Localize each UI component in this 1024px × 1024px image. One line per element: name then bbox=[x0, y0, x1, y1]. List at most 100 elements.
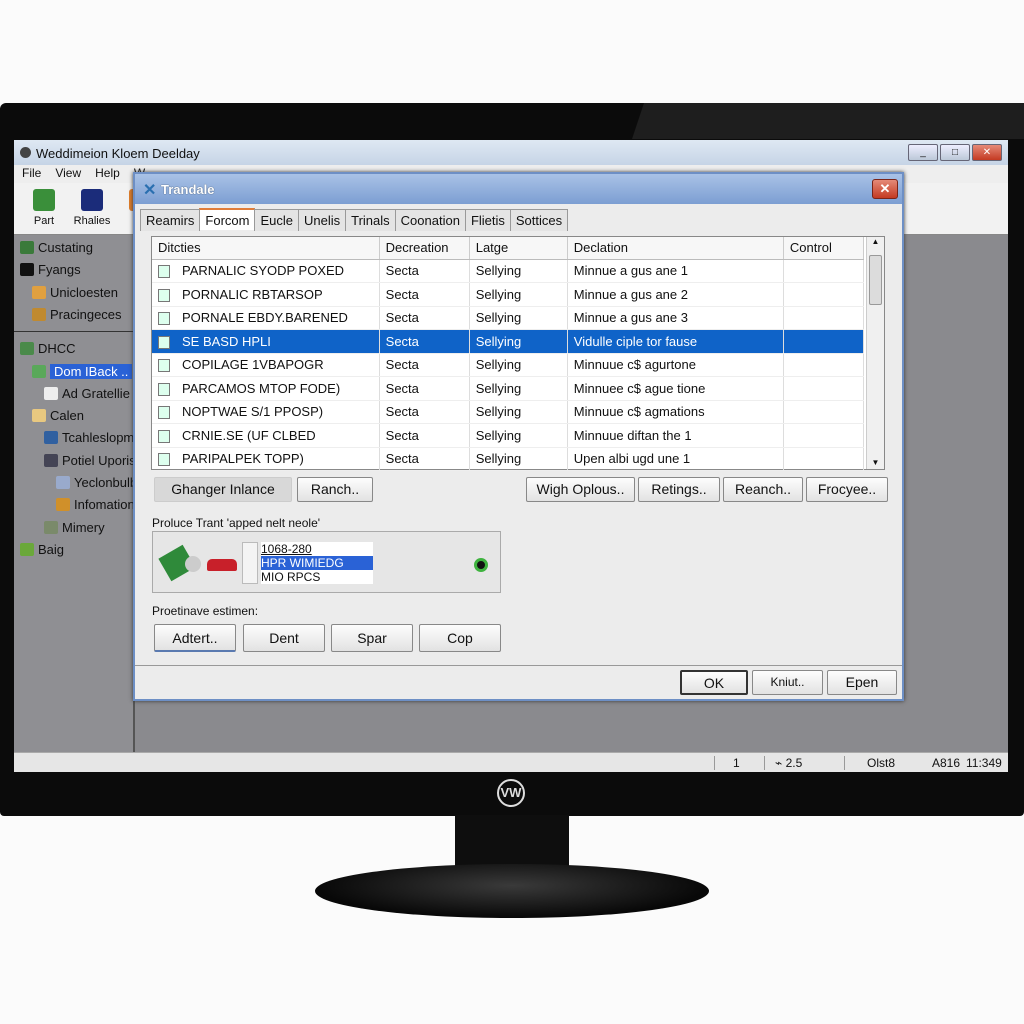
wigh-oplous-button[interactable]: Wigh Oplous.. bbox=[526, 477, 635, 502]
cell-text: Minnue a gus ane 1 bbox=[573, 263, 688, 279]
table-row[interactable]: PARCAMOS MTOP FODE) Secta Sellying Minnuee … bbox=[152, 376, 865, 401]
dent-button[interactable]: Dent bbox=[243, 624, 325, 652]
cell-text: Vidulle ciple tor fause bbox=[573, 333, 698, 349]
table-row[interactable]: SE BASD HPLI Secta Sellying Vidulle ciple t… bbox=[152, 329, 865, 354]
row-icon bbox=[158, 429, 170, 443]
table-cell: Minnue a gus ane 1 bbox=[567, 259, 784, 283]
table-cell: Secta bbox=[379, 376, 470, 401]
tab-flietis[interactable]: Flietis bbox=[464, 209, 511, 231]
tab-reamirs[interactable]: Reamirs bbox=[140, 209, 201, 231]
status-field: Olst8 bbox=[844, 756, 895, 770]
scroll-thumb[interactable] bbox=[869, 255, 882, 305]
tree-item[interactable]: Yeclonbulb bbox=[56, 473, 137, 492]
tree-item[interactable]: Unicloesten bbox=[32, 283, 118, 302]
tree-item[interactable]: Ad Gratellie bbox=[44, 384, 130, 403]
tree-item-icon bbox=[44, 520, 58, 534]
dialog-x-icon: ✕ bbox=[143, 182, 157, 199]
tab-trinals[interactable]: Trinals bbox=[345, 209, 396, 231]
menu-view[interactable]: View bbox=[47, 165, 87, 180]
table-cell: Minnue a gus ane 2 bbox=[567, 282, 784, 307]
tree-item[interactable]: Dom IBack .. bbox=[32, 362, 133, 381]
tree-item-icon bbox=[20, 263, 34, 277]
tree-item[interactable]: Fyangs bbox=[20, 260, 81, 279]
tab-forcom[interactable]: Forcom bbox=[199, 208, 256, 230]
row-icon bbox=[158, 265, 170, 279]
produce-item-selected[interactable]: HPR WIMIEDG bbox=[261, 556, 373, 570]
table-cell: Secta bbox=[379, 306, 470, 330]
tree-item-label: Potiel Uporis bbox=[62, 452, 136, 468]
maximize-button[interactable]: □ bbox=[940, 144, 970, 161]
row-icon bbox=[158, 288, 170, 302]
tab-coonation[interactable]: Coonation bbox=[394, 209, 466, 231]
cell-text: Minnue a gus ane 2 bbox=[573, 286, 688, 302]
table-cell: Secta bbox=[379, 282, 470, 307]
row-icon bbox=[158, 453, 170, 467]
ok-button[interactable]: OK bbox=[680, 670, 748, 695]
tree-item[interactable]: Tcahleslopm bbox=[44, 428, 134, 447]
tree-item[interactable]: Potiel Uporis bbox=[44, 451, 136, 470]
cop-button[interactable]: Cop bbox=[419, 624, 501, 652]
kniut-button[interactable]: Kniut.. bbox=[752, 670, 823, 695]
row-icon bbox=[158, 335, 170, 349]
column-header-decreation[interactable]: Decreation bbox=[379, 237, 470, 260]
toolbar-button-rhalies[interactable]: Rhalies bbox=[70, 189, 114, 227]
minimize-button[interactable]: _ bbox=[908, 144, 938, 161]
tree-item[interactable]: Infomation bbox=[56, 495, 135, 514]
cell-text: Secta bbox=[385, 451, 419, 467]
tree-item-icon bbox=[32, 285, 46, 299]
changer-instance-button[interactable]: Ghanger Inlance bbox=[154, 477, 292, 502]
table-cell bbox=[783, 400, 865, 424]
dialog-close-button[interactable]: ✕ bbox=[872, 179, 898, 199]
tab-unelis[interactable]: Unelis bbox=[298, 209, 347, 231]
close-button[interactable]: ✕ bbox=[972, 144, 1002, 161]
table-row[interactable]: COPILAGE 1VBAPOGR Secta Sellying Minnuue c$… bbox=[152, 353, 865, 377]
tree-item[interactable]: Mimery bbox=[44, 518, 105, 537]
tree-item[interactable]: Baig bbox=[20, 540, 64, 559]
table-cell: Sellying bbox=[469, 353, 568, 377]
column-header-latge[interactable]: Latge bbox=[469, 237, 568, 260]
table-row[interactable]: PARIPALPEK TOPP) Secta Sellying Upen albi u… bbox=[152, 447, 865, 471]
cell-text: Minnuue c$ agmations bbox=[573, 404, 705, 420]
tree-item[interactable]: Calen bbox=[32, 406, 84, 425]
table-row[interactable]: PARNALIC SYODP POXED Secta Sellying Minnue … bbox=[152, 259, 865, 283]
vertical-scrollbar[interactable]: ▲ ▼ bbox=[866, 237, 884, 469]
menu-file[interactable]: File bbox=[14, 165, 47, 180]
app-icon bbox=[20, 147, 31, 158]
table-row[interactable]: PORNALE EBDY.BARENED Secta Sellying Minnue … bbox=[152, 306, 865, 330]
tree-item-icon bbox=[32, 364, 46, 378]
tab-sottices[interactable]: Sottices bbox=[509, 209, 569, 231]
epen-button[interactable]: Epen bbox=[827, 670, 897, 695]
row-icon bbox=[158, 312, 170, 326]
column-header-declation[interactable]: Declation bbox=[567, 237, 784, 260]
tree-item-icon bbox=[20, 241, 34, 254]
table-row[interactable]: CRNIE.SE (UF CLBED Secta Sellying Minnuue d… bbox=[152, 423, 865, 448]
tree-item-icon bbox=[44, 386, 58, 400]
items-list: Ditcties Decreation Latge Declation Control P… bbox=[151, 236, 885, 471]
table-row[interactable]: PORNALIC RBTARSOP Secta Sellying Minnue a g… bbox=[152, 282, 865, 307]
frocyee-button[interactable]: Frocyee.. bbox=[806, 477, 888, 502]
cell-text: Minnue a gus ane 3 bbox=[573, 310, 688, 326]
reanch-button[interactable]: Reanch.. bbox=[723, 477, 803, 502]
tab-eucle[interactable]: Eucle bbox=[254, 209, 299, 231]
toolbar-button-part[interactable]: Part bbox=[22, 189, 66, 227]
table-row[interactable]: NOPTWAE S/1 PPOSP) Secta Sellying Minnuue c… bbox=[152, 400, 865, 424]
scroll-up-icon[interactable]: ▲ bbox=[867, 237, 884, 246]
tree-item[interactable]: Pracingeces bbox=[32, 305, 122, 324]
produce-item[interactable]: MIO RPCS bbox=[261, 570, 373, 584]
tree-item-label: Ad Gratellie bbox=[62, 385, 130, 401]
tree-item-label: Unicloesten bbox=[50, 284, 118, 300]
tree-item[interactable]: Custating bbox=[20, 238, 93, 257]
column-header-control[interactable]: Control bbox=[783, 237, 865, 260]
ranch-button[interactable]: Ranch.. bbox=[297, 477, 373, 502]
scroll-down-icon[interactable]: ▼ bbox=[867, 458, 884, 467]
produce-item[interactable]: 1068-280 bbox=[261, 542, 373, 556]
tree-item[interactable]: DHCC bbox=[20, 339, 76, 358]
column-header-ditcties[interactable]: Ditcties bbox=[152, 237, 380, 260]
adtert-button[interactable]: Adtert.. bbox=[154, 624, 236, 652]
cell-text: Sellying bbox=[475, 333, 522, 349]
spar-button[interactable]: Spar bbox=[331, 624, 413, 652]
table-cell: COPILAGE 1VBAPOGR bbox=[152, 353, 380, 377]
produce-list[interactable]: 1068-280 HPR WIMIEDG MIO RPCS bbox=[261, 542, 373, 584]
retings-button[interactable]: Retings.. bbox=[638, 477, 720, 502]
menu-help[interactable]: Help bbox=[87, 165, 126, 180]
